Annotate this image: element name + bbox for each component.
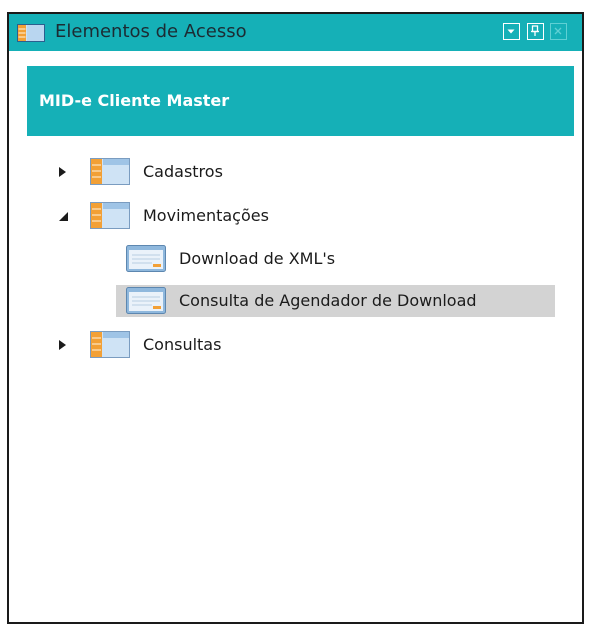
- close-icon: [554, 27, 562, 35]
- panel-title: Elementos de Acesso: [55, 21, 247, 42]
- tree-item-movimentacoes[interactable]: Movimentações: [53, 200, 353, 232]
- form-icon: [126, 245, 166, 272]
- tree-item-label: Movimentações: [143, 206, 269, 225]
- tree-item-label: Cadastros: [143, 162, 223, 181]
- pin-icon: [531, 25, 539, 36]
- collapse-arrow-icon[interactable]: [57, 210, 69, 222]
- tree-item-cadastros[interactable]: Cadastros: [53, 156, 353, 188]
- tree-item-label: Consulta de Agendador de Download: [179, 291, 477, 310]
- dropdown-button[interactable]: [503, 23, 520, 40]
- tree-item-download-xml[interactable]: Download de XML's: [116, 243, 536, 275]
- tree-item-consultas[interactable]: Consultas: [53, 329, 353, 361]
- client-header: MID-e Cliente Master: [27, 66, 574, 136]
- elementos-de-acesso-panel: Elementos de Acesso MID-e Cliente Master: [7, 12, 584, 624]
- close-button[interactable]: [550, 23, 567, 40]
- tree-item-label: Consultas: [143, 335, 222, 354]
- folder-icon: [90, 158, 130, 185]
- tree-item-label: Download de XML's: [179, 249, 336, 268]
- panel-title-bar[interactable]: Elementos de Acesso: [9, 14, 582, 51]
- folder-icon: [90, 202, 130, 229]
- tree-item-consulta-agendador[interactable]: Consulta de Agendador de Download: [116, 285, 555, 317]
- window-icon: [17, 24, 45, 42]
- folder-icon: [90, 331, 130, 358]
- client-name: MID-e Cliente Master: [39, 91, 230, 110]
- form-icon: [126, 287, 166, 314]
- dropdown-icon: [507, 29, 515, 34]
- expand-arrow-icon[interactable]: [57, 339, 69, 351]
- expand-arrow-icon[interactable]: [57, 166, 69, 178]
- pin-button[interactable]: [527, 23, 544, 40]
